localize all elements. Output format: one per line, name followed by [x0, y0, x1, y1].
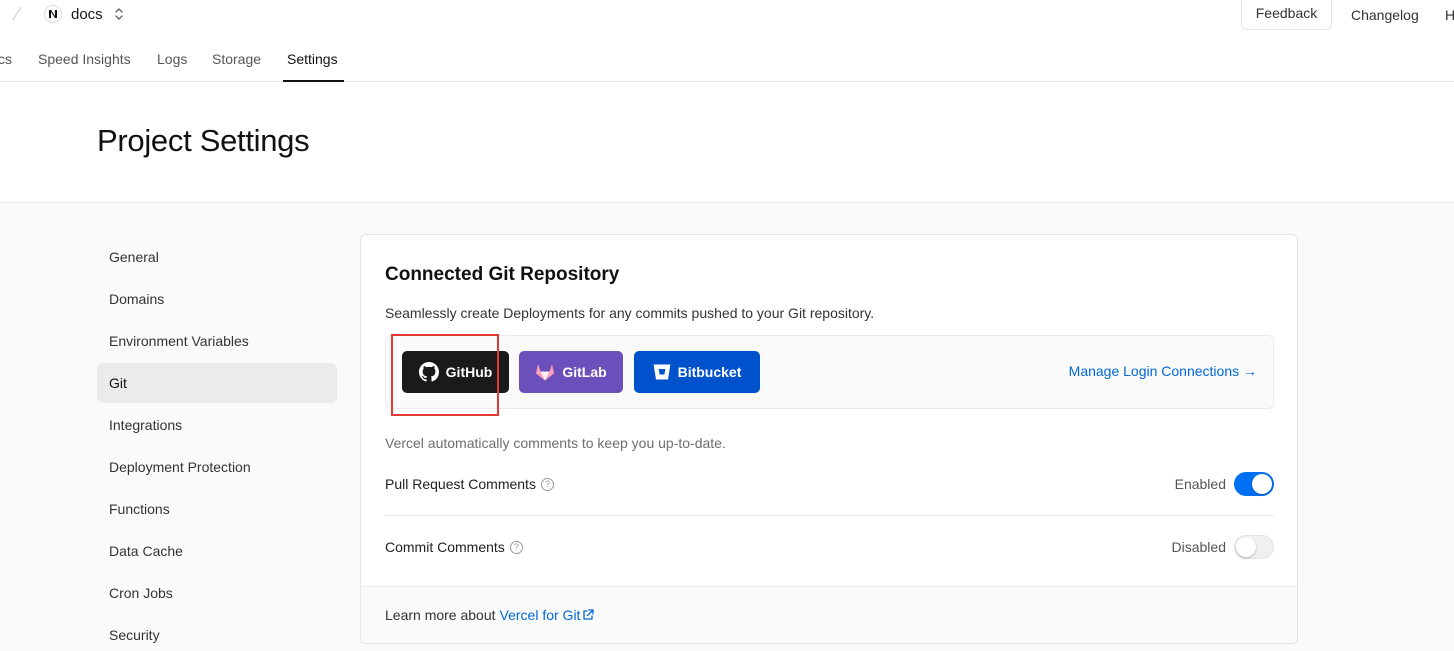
- tab-speed-insights[interactable]: Speed Insights: [38, 51, 131, 67]
- feedback-button[interactable]: Feedback: [1241, 0, 1332, 30]
- commit-comments-toggle[interactable]: [1234, 535, 1274, 559]
- github-button[interactable]: GitHub: [402, 351, 509, 393]
- pull-request-comments-label: Pull Request Comments: [385, 476, 536, 492]
- gitlab-icon: [536, 364, 555, 381]
- pull-request-comments-row: Pull Request Comments ? Enabled: [385, 469, 1274, 499]
- tab-analytics[interactable]: cs: [0, 51, 12, 67]
- row-divider: [385, 515, 1274, 516]
- project-logo-icon[interactable]: [44, 5, 62, 23]
- chevron-up-down-icon[interactable]: [113, 6, 125, 22]
- vercel-for-git-link[interactable]: Vercel for Git: [500, 607, 595, 623]
- commit-comments-label-group: Commit Comments ?: [385, 539, 523, 555]
- github-label: GitHub: [445, 364, 493, 380]
- tab-settings[interactable]: Settings: [287, 51, 338, 67]
- breadcrumb-separator: /: [10, 4, 23, 24]
- card-title: Connected Git Repository: [385, 264, 620, 285]
- commit-comments-label: Commit Comments: [385, 539, 505, 555]
- pull-request-comments-label-group: Pull Request Comments ?: [385, 476, 554, 492]
- sidebar-item-general[interactable]: General: [97, 237, 337, 277]
- bitbucket-button[interactable]: Bitbucket: [634, 351, 760, 393]
- sidebar-item-deployment-protection[interactable]: Deployment Protection: [97, 447, 337, 487]
- bitbucket-label: Bitbucket: [677, 364, 742, 380]
- gitlab-label: GitLab: [562, 364, 607, 380]
- commit-comments-row: Commit Comments ? Disabled: [385, 532, 1274, 562]
- tab-storage[interactable]: Storage: [212, 51, 261, 67]
- pull-request-comments-toggle[interactable]: [1234, 472, 1274, 496]
- auto-comments-note: Vercel automatically comments to keep yo…: [385, 435, 726, 451]
- page-title: Project Settings: [97, 123, 310, 158]
- tab-logs[interactable]: Logs: [157, 51, 187, 67]
- sidebar-item-environment-variables[interactable]: Environment Variables: [97, 321, 337, 361]
- pull-request-comments-status: Enabled: [1174, 476, 1226, 492]
- changelog-link[interactable]: Changelog: [1351, 7, 1419, 23]
- sidebar-item-integrations[interactable]: Integrations: [97, 405, 337, 445]
- footer-text: Learn more about: [385, 607, 496, 623]
- sidebar-item-functions[interactable]: Functions: [97, 489, 337, 529]
- vercel-for-git-label: Vercel for Git: [499, 607, 581, 623]
- top-bar: / docs Feedback Changelog H: [0, 0, 1454, 32]
- bitbucket-icon: [653, 364, 670, 380]
- project-tabs: cs Speed Insights Logs Storage Settings: [0, 40, 1454, 82]
- toggle-knob: [1252, 474, 1272, 494]
- toggle-knob: [1236, 537, 1256, 557]
- manage-login-connections-link[interactable]: Manage Login Connections →: [1069, 363, 1257, 379]
- sidebar-item-cron-jobs[interactable]: Cron Jobs: [97, 573, 337, 613]
- card-footer: Learn more about Vercel for Git: [361, 586, 1297, 643]
- sidebar-item-git[interactable]: Git: [97, 363, 337, 403]
- github-icon: [418, 362, 439, 382]
- connected-git-card: Connected Git Repository Seamlessly crea…: [360, 234, 1298, 644]
- card-description: Seamlessly create Deployments for any co…: [385, 305, 875, 321]
- gitlab-button[interactable]: GitLab: [519, 351, 623, 393]
- commit-comments-status: Disabled: [1171, 539, 1226, 555]
- sidebar-item-data-cache[interactable]: Data Cache: [97, 531, 337, 571]
- sidebar-item-domains[interactable]: Domains: [97, 279, 337, 319]
- question-circle-icon[interactable]: ?: [509, 540, 523, 554]
- footer-text-group: Learn more about Vercel for Git: [385, 607, 595, 623]
- sidebar-item-security[interactable]: Security: [97, 615, 337, 651]
- help-link[interactable]: H: [1445, 7, 1454, 23]
- external-link-icon: [583, 609, 595, 620]
- active-tab-indicator: [283, 80, 344, 82]
- question-circle-icon[interactable]: ?: [540, 477, 554, 491]
- git-provider-box: GitHub GitLab Bitbucket Manage Login Con…: [385, 335, 1274, 409]
- project-name[interactable]: docs: [71, 6, 103, 23]
